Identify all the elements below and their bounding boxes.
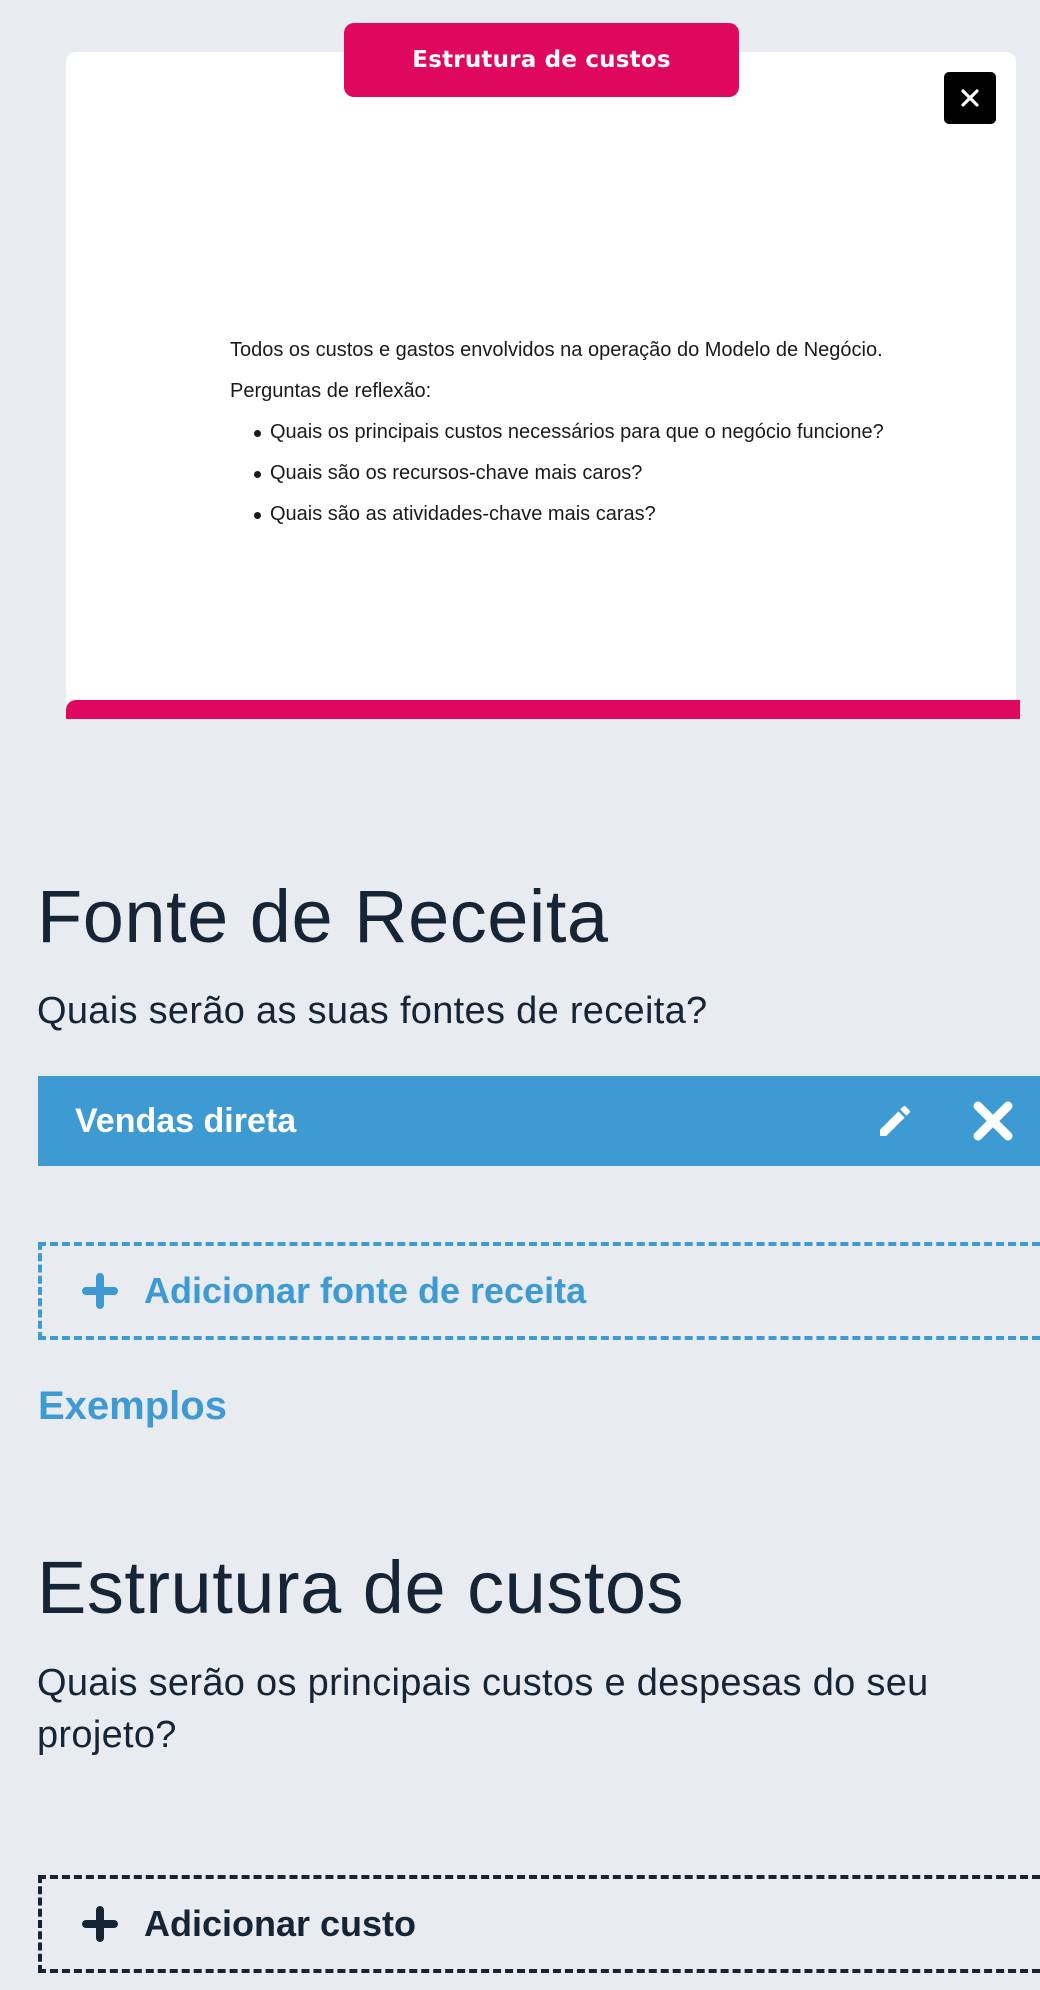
add-revenue-label: Adicionar fonte de receita (144, 1270, 587, 1311)
plus-icon (82, 1273, 118, 1309)
examples-link[interactable]: Exemplos (38, 1380, 227, 1432)
plus-icon (82, 1906, 118, 1942)
close-icon (961, 89, 979, 107)
delete-revenue-button[interactable] (966, 1094, 1020, 1148)
revenue-item-label: Vendas direta (75, 1102, 297, 1140)
add-cost-label: Adicionar custo (144, 1903, 417, 1944)
info-modal: Todos os custos e gastos envolvidos na o… (66, 52, 1016, 719)
modal-description: Todos os custos e gastos envolvidos na o… (230, 339, 883, 361)
modal-body: Todos os custos e gastos envolvidos na o… (230, 330, 1030, 535)
costs-section-question: Quais serão os principais custos e despe… (37, 1662, 929, 1756)
modal-accent-bar (66, 700, 1020, 719)
costs-section-title: Estrutura de custos (37, 1546, 685, 1629)
revenue-section-title: Fonte de Receita (37, 875, 609, 958)
reflection-question: Quais são os recursos-chave mais caros? (254, 453, 1030, 494)
revenue-section-question: Quais serão as suas fontes de receita? (37, 990, 708, 1032)
close-icon (973, 1101, 1013, 1141)
revenue-item: Vendas direta (38, 1076, 1040, 1166)
reflection-questions-list: Quais os principais custos necessários p… (230, 412, 1030, 535)
edit-revenue-button[interactable] (868, 1094, 922, 1148)
reflection-heading: Perguntas de reflexão: (230, 380, 432, 402)
reflection-question: Quais os principais custos necessários p… (254, 412, 1030, 453)
add-revenue-button[interactable]: Adicionar fonte de receita (38, 1242, 1040, 1340)
reflection-question: Quais são as atividades-chave mais caras… (254, 494, 1030, 535)
modal-title: Estrutura de custos (344, 23, 739, 97)
add-cost-button[interactable]: Adicionar custo (38, 1875, 1040, 1973)
pencil-icon (880, 1105, 911, 1136)
modal-close-button[interactable] (944, 72, 996, 124)
